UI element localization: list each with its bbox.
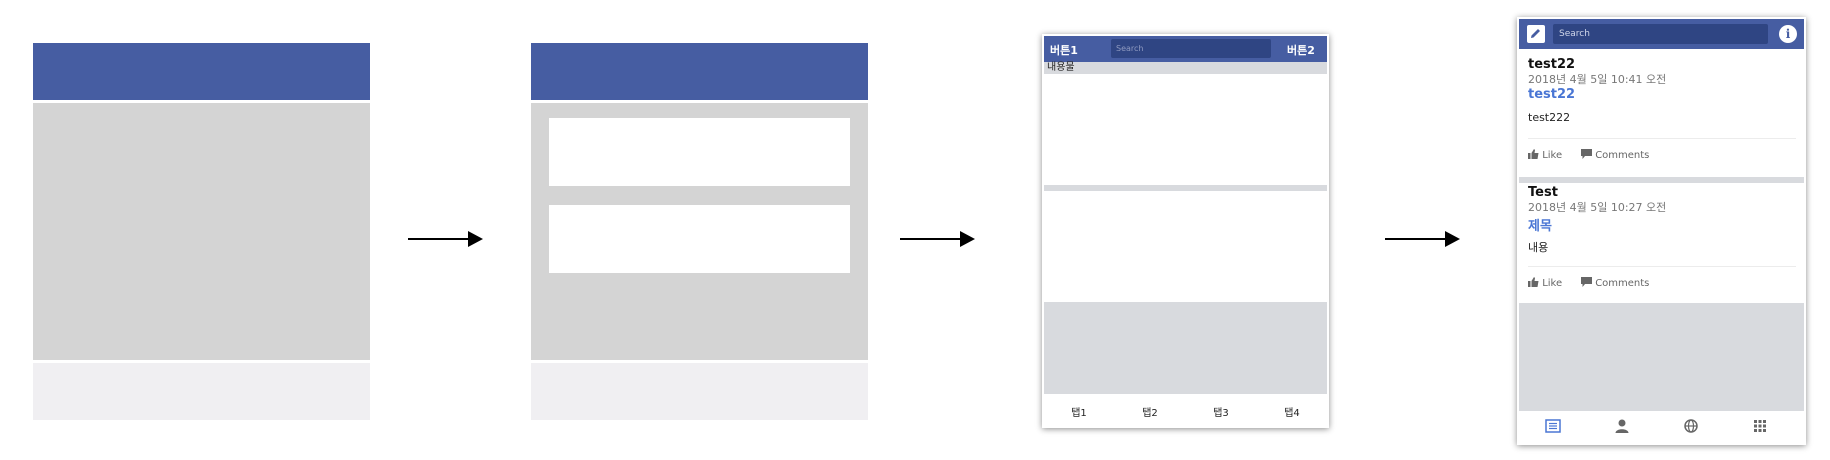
tab-1[interactable]: 탭1 xyxy=(1049,404,1109,419)
arrow-2-head xyxy=(960,231,975,247)
arrow-1 xyxy=(408,231,483,247)
post-title-link[interactable]: 제목 xyxy=(1528,215,1552,234)
comment-icon xyxy=(1581,149,1592,159)
wireframe-2-card-1 xyxy=(549,118,850,186)
post-author: Test xyxy=(1528,185,1558,200)
bottom-nav xyxy=(1519,413,1804,443)
list-icon-glyph xyxy=(1545,419,1561,433)
arrow-1-shaft xyxy=(408,238,470,240)
tab-bar: 탭1 탭2 탭3 탭4 xyxy=(1044,400,1327,420)
grid-icon[interactable] xyxy=(1748,419,1772,437)
like-label: Like xyxy=(1542,150,1563,161)
arrow-3 xyxy=(1385,231,1460,247)
wireframe-2-body xyxy=(531,103,868,360)
compose-icon[interactable] xyxy=(1527,25,1545,43)
wireframe-1-body xyxy=(33,103,370,360)
comments-label: Comments xyxy=(1595,150,1650,161)
list-icon[interactable] xyxy=(1541,419,1565,437)
post-title-link[interactable]: test22 xyxy=(1528,87,1575,102)
mockup-3-header: 버튼1 Search 버튼2 xyxy=(1044,36,1327,62)
wireframe-2-footer xyxy=(531,363,868,420)
content-placeholder xyxy=(1044,302,1327,394)
wireframe-2-header xyxy=(531,43,868,100)
content-label: 내용물 xyxy=(1044,62,1327,74)
globe-icon[interactable] xyxy=(1679,419,1703,437)
wireframe-1 xyxy=(33,43,370,420)
wireframe-1-footer xyxy=(33,363,370,420)
post-body: 내용 xyxy=(1528,241,1549,254)
search-input[interactable]: Search xyxy=(1553,24,1768,44)
post-card: test22 2018년 4월 5일 10:41 오전 test22 test2… xyxy=(1519,49,1804,177)
thumbs-up-icon xyxy=(1528,149,1539,159)
tab-4[interactable]: 탭4 xyxy=(1262,404,1322,419)
post-author: test22 xyxy=(1528,57,1576,72)
like-button[interactable]: Like xyxy=(1528,277,1562,289)
arrow-3-head xyxy=(1445,231,1460,247)
post-date: 2018년 4월 5일 10:41 오전 xyxy=(1528,73,1667,86)
arrow-2-shaft xyxy=(900,238,962,240)
comment-icon xyxy=(1581,277,1592,287)
person-icon[interactable] xyxy=(1610,419,1634,437)
post-body: test222 xyxy=(1528,111,1571,124)
pencil-icon xyxy=(1531,29,1540,38)
comments-button[interactable]: Comments xyxy=(1581,149,1649,161)
mockup-4-header: Search i xyxy=(1519,19,1804,49)
comments-button[interactable]: Comments xyxy=(1581,277,1649,289)
post-date: 2018년 4월 5일 10:27 오전 xyxy=(1528,201,1667,214)
wireframe-1-header xyxy=(33,43,370,100)
info-icon[interactable]: i xyxy=(1779,25,1797,43)
wireframe-2-card-2 xyxy=(549,205,850,273)
wireframe-2 xyxy=(531,43,868,420)
like-button[interactable]: Like xyxy=(1528,149,1562,161)
tab-2[interactable]: 탭2 xyxy=(1120,404,1180,419)
post-separator xyxy=(1528,266,1796,267)
arrow-3-shaft xyxy=(1385,238,1447,240)
post-card: Test 2018년 4월 5일 10:27 오전 제목 내용 Like Com… xyxy=(1519,183,1804,303)
arrow-1-head xyxy=(468,231,483,247)
mockup-4: Search i test22 2018년 4월 5일 10:41 오전 tes… xyxy=(1517,17,1806,445)
tab-3[interactable]: 탭3 xyxy=(1191,404,1251,419)
comments-label: Comments xyxy=(1595,278,1650,289)
person-icon-glyph xyxy=(1615,419,1629,433)
grid-icon-glyph xyxy=(1754,420,1766,432)
left-button[interactable]: 버튼1 xyxy=(1050,42,1078,58)
right-button[interactable]: 버튼2 xyxy=(1287,42,1315,58)
mockup-3: 버튼1 Search 버튼2 내용물 탭1 탭2 탭3 탭4 xyxy=(1042,34,1329,428)
arrow-2 xyxy=(900,231,975,247)
like-label: Like xyxy=(1542,278,1563,289)
search-input[interactable]: Search xyxy=(1111,39,1271,58)
post-separator xyxy=(1528,138,1796,139)
content-placeholder xyxy=(1519,303,1804,411)
thumbs-up-icon xyxy=(1528,277,1539,287)
globe-icon-glyph xyxy=(1684,419,1698,433)
section-divider xyxy=(1044,185,1327,191)
